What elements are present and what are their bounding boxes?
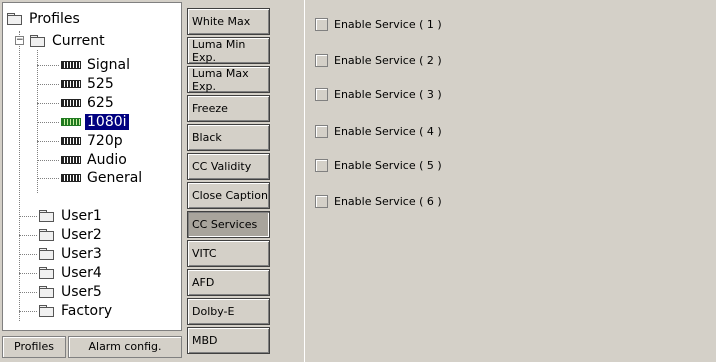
cc-validity-button[interactable]: CC Validity <box>187 153 270 180</box>
tree-connector <box>19 235 37 236</box>
board-icon <box>61 99 81 107</box>
enable-service-1-checkbox[interactable]: Enable Service ( 1 ) <box>315 16 442 32</box>
tree-node-label: Factory <box>61 303 113 319</box>
tree-connector <box>37 141 59 142</box>
luma-max-exp-button[interactable]: Luma Max Exp. <box>187 66 270 93</box>
tree-node-label: General <box>87 170 143 186</box>
tree-node-user4[interactable]: User4 <box>39 264 104 282</box>
board-icon <box>61 61 81 69</box>
tree-connector <box>19 31 20 321</box>
tree-connector <box>19 216 37 217</box>
tree-node-signal[interactable]: Signal <box>61 56 132 74</box>
cc-services-button[interactable]: CC Services <box>187 211 270 238</box>
tree-node-factory[interactable]: Factory <box>39 302 114 320</box>
tree-connector <box>19 254 37 255</box>
tree-connector <box>37 103 59 104</box>
vitc-button[interactable]: VITC <box>187 240 270 267</box>
board-icon <box>61 80 81 88</box>
checkbox-icon[interactable] <box>315 158 328 172</box>
tree-connector <box>37 122 59 123</box>
tab-profiles[interactable]: Profiles <box>2 336 66 358</box>
tree-node-label: 625 <box>87 95 114 111</box>
tree-node-user5[interactable]: User5 <box>39 283 104 301</box>
folder-icon <box>39 229 54 241</box>
checkbox-label: Enable Service ( 4 ) <box>334 124 442 138</box>
afd-button[interactable]: AFD <box>187 269 270 296</box>
checkbox-label: Enable Service ( 2 ) <box>334 53 442 67</box>
tree-node-720p[interactable]: 720p <box>61 132 125 150</box>
folder-icon <box>7 13 22 25</box>
tree-node-label: Profiles <box>29 11 80 27</box>
folder-icon <box>30 35 45 47</box>
tree-node-label: Signal <box>87 57 131 73</box>
tree-node-label: User3 <box>61 246 102 262</box>
tree-connector <box>37 160 59 161</box>
checkbox-icon[interactable] <box>315 17 328 31</box>
enable-service-5-checkbox[interactable]: Enable Service ( 5 ) <box>315 157 442 173</box>
tree-node-label: User1 <box>61 208 102 224</box>
tree-node-label: Current <box>52 33 105 49</box>
freeze-button[interactable]: Freeze <box>187 95 270 122</box>
tree-node-1080i[interactable]: 1080i <box>61 113 129 131</box>
tree-node-current[interactable]: Current <box>30 32 107 50</box>
tree-node-label: User4 <box>61 265 102 281</box>
checkbox-label: Enable Service ( 3 ) <box>334 87 442 101</box>
folder-icon <box>39 210 54 222</box>
enable-service-2-checkbox[interactable]: Enable Service ( 2 ) <box>315 52 442 68</box>
tree-node-profiles[interactable]: Profiles <box>7 10 82 28</box>
board-icon <box>61 174 81 182</box>
mbd-button[interactable]: MBD <box>187 327 270 354</box>
tree-connector <box>37 65 59 66</box>
tree-node-general[interactable]: General <box>61 169 144 187</box>
tree-node-audio[interactable]: Audio <box>61 151 129 169</box>
checkbox-label: Enable Service ( 5 ) <box>334 158 442 172</box>
tree-node-625[interactable]: 625 <box>61 94 116 112</box>
tree-connector <box>19 311 37 312</box>
board-icon <box>61 137 81 145</box>
checkbox-icon[interactable] <box>315 194 328 208</box>
checkbox-icon[interactable] <box>315 53 328 67</box>
collapse-icon[interactable]: − <box>15 36 24 45</box>
enable-service-6-checkbox[interactable]: Enable Service ( 6 ) <box>315 193 442 209</box>
black-button[interactable]: Black <box>187 124 270 151</box>
enable-service-4-checkbox[interactable]: Enable Service ( 4 ) <box>315 123 442 139</box>
tab-alarm-config[interactable]: Alarm config. <box>68 336 182 358</box>
tree-node-user2[interactable]: User2 <box>39 226 104 244</box>
tree-node-user3[interactable]: User3 <box>39 245 104 263</box>
tree-connector <box>37 178 59 179</box>
tree-node-525[interactable]: 525 <box>61 75 116 93</box>
folder-icon <box>39 248 54 260</box>
white-max-button[interactable]: White Max <box>187 8 270 35</box>
tree-node-label: 720p <box>87 133 123 149</box>
tree-node-label: User5 <box>61 284 102 300</box>
profile-tree[interactable]: Profiles − Current Signal 525 625 1080i … <box>2 2 182 331</box>
dolby-e-button[interactable]: Dolby-E <box>187 298 270 325</box>
tree-node-user1[interactable]: User1 <box>39 207 104 225</box>
luma-min-exp-button[interactable]: Luma Min Exp. <box>187 37 270 64</box>
checkbox-label: Enable Service ( 6 ) <box>334 194 442 208</box>
folder-icon <box>39 267 54 279</box>
tree-node-label: 1080i <box>85 114 129 130</box>
tree-connector <box>37 84 59 85</box>
checkbox-icon[interactable] <box>315 87 328 101</box>
folder-icon <box>39 305 54 317</box>
enable-service-3-checkbox[interactable]: Enable Service ( 3 ) <box>315 86 442 102</box>
checkbox-icon[interactable] <box>315 124 328 138</box>
tree-node-label: User2 <box>61 227 102 243</box>
tree-connector <box>19 273 37 274</box>
board-active-icon <box>61 118 81 126</box>
tree-node-label: Audio <box>87 152 127 168</box>
board-icon <box>61 156 81 164</box>
tree-connector <box>19 292 37 293</box>
close-caption-button[interactable]: Close Caption <box>187 182 270 209</box>
tree-node-label: 525 <box>87 76 114 92</box>
checkbox-label: Enable Service ( 1 ) <box>334 17 442 31</box>
folder-icon <box>39 286 54 298</box>
